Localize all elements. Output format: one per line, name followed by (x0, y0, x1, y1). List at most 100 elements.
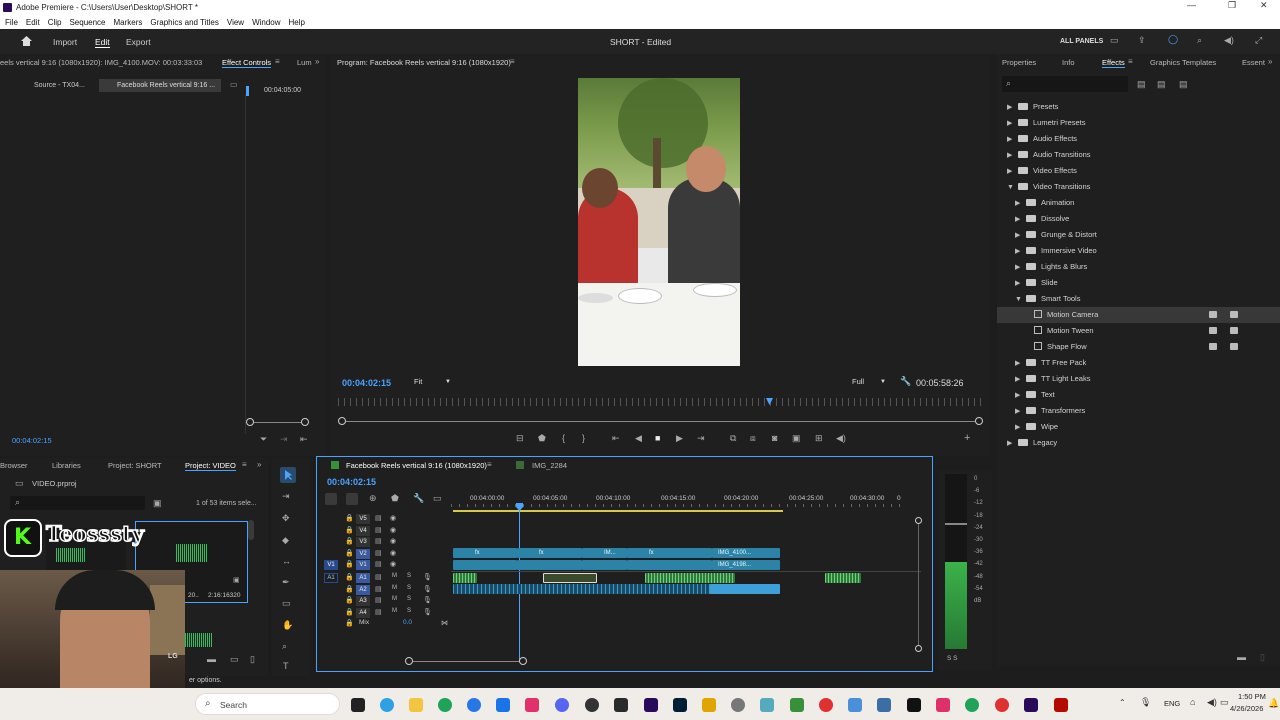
mix-value[interactable]: 0.0 (403, 619, 412, 626)
lock-icon[interactable]: 🔒 (345, 585, 354, 593)
microphone-icon[interactable]: 🎙 (423, 608, 432, 616)
program-ruler[interactable] (338, 398, 983, 406)
tab-project-video[interactable]: Project: VIDEO (185, 461, 236, 471)
marker-icon[interactable]: ⬟ (538, 433, 546, 444)
instagram-icon[interactable] (525, 698, 539, 712)
lock-icon[interactable]: 🔒 (345, 608, 354, 616)
obs-icon[interactable] (614, 698, 628, 712)
home-icon[interactable] (20, 35, 33, 47)
add-marker-icon[interactable]: ⬟ (391, 493, 399, 504)
fullscreen-icon[interactable]: ⤢ (1255, 35, 1262, 46)
microphone-icon[interactable]: 🎙 (1140, 697, 1151, 708)
go-to-in-icon[interactable]: ⇤ (612, 433, 620, 444)
effects-tree-item[interactable]: ▶ Dissolve (997, 211, 1280, 227)
mute-button[interactable]: M (392, 596, 397, 602)
chrome-icon[interactable] (438, 698, 452, 712)
timeline-zoom-handle-left[interactable] (405, 657, 413, 665)
menu-graphics-titles[interactable]: Graphics and Titles (150, 18, 218, 27)
effects-tree-item[interactable]: ▶ Lights & Blurs (997, 259, 1280, 275)
record-icon[interactable] (819, 698, 833, 712)
program-video-frame[interactable] (578, 78, 740, 366)
chevron-right-icon[interactable]: ▶ (1015, 196, 1023, 212)
file-explorer-icon[interactable] (409, 698, 423, 712)
solo-button[interactable]: S (407, 585, 411, 591)
discord-icon[interactable] (555, 698, 569, 712)
project-scrollbar[interactable] (248, 520, 254, 540)
premiere-icon-2[interactable] (1024, 698, 1038, 712)
project-thumbnail-3[interactable] (185, 633, 213, 647)
tab-effects[interactable]: Effects (1102, 58, 1125, 68)
snipping-icon[interactable] (760, 698, 774, 712)
menu-markers[interactable]: Markers (114, 18, 143, 27)
chevron-right-icon[interactable]: ▶ (1015, 244, 1023, 260)
chevron-right-icon[interactable]: ▶ (1007, 148, 1015, 164)
timeline-timecode[interactable]: 00:04:02:15 (327, 477, 376, 487)
program-zoom-bar[interactable] (342, 421, 980, 422)
new-bin-icon[interactable]: ▬ (1237, 652, 1246, 662)
eye-icon[interactable]: ◉ (390, 560, 396, 568)
overwrite-icon[interactable]: ⧈ (750, 433, 756, 444)
menu-clip[interactable]: Clip (48, 18, 62, 27)
more-tabs-icon[interactable]: » (315, 57, 319, 66)
track-label[interactable]: A2 (356, 584, 370, 595)
app-icon-4[interactable] (936, 698, 950, 712)
32bit-effects-icon[interactable]: ▤ (1157, 79, 1166, 90)
filter-icon[interactable]: ⏷ (260, 434, 267, 445)
effects-tree-item[interactable]: ▶ Video Effects (997, 163, 1280, 179)
program-zoom-handle-right[interactable] (975, 417, 983, 425)
speaker-icon[interactable]: ◀) (1207, 697, 1217, 708)
effects-tree-item[interactable]: ▶ Audio Transitions (997, 147, 1280, 163)
linked-selection-icon[interactable]: ⊕ (369, 493, 377, 504)
tray-chevron-icon[interactable]: ⌃ (1119, 698, 1126, 707)
mute-button[interactable]: M (392, 608, 397, 614)
mute-button[interactable]: M (392, 585, 397, 591)
tab-properties[interactable]: Properties (1002, 58, 1036, 67)
lock-icon[interactable]: 🔒 (345, 526, 354, 534)
go-to-out-icon[interactable]: ⇥ (697, 433, 705, 444)
timeline-settings-icon[interactable]: 🔧 (413, 493, 424, 504)
razor-tool-icon[interactable]: ◆ (282, 535, 289, 546)
audio-clip-a2-loud[interactable] (710, 584, 780, 594)
solo-button[interactable]: S (407, 608, 411, 614)
edit-tab[interactable]: Edit (95, 37, 110, 48)
sync-lock-icon[interactable]: ▤ (375, 560, 382, 568)
program-timecode[interactable]: 00:04:02:15 (342, 378, 391, 388)
close-icon[interactable]: ✕ (1260, 0, 1268, 11)
add-button-icon[interactable]: + (964, 432, 970, 444)
captions-icon[interactable]: ▭ (433, 493, 442, 504)
video-clip[interactable]: IMG_4100... (712, 548, 780, 558)
mix-end-icon[interactable]: ⋈ (441, 619, 448, 627)
nest-toggle-icon[interactable] (325, 493, 337, 505)
microphone-icon[interactable]: 🎙 (423, 573, 432, 581)
track-label[interactable]: A3 (356, 596, 370, 606)
maximize-icon[interactable]: ❐ (1228, 0, 1236, 11)
video-clip[interactable] (582, 560, 627, 570)
effects-tree-item[interactable]: Shape Flow (997, 339, 1280, 355)
notification-icon[interactable]: 🔔 (1268, 698, 1279, 709)
search-icon[interactable]: ⌕ (1197, 35, 1202, 46)
video-clip[interactable]: fx (627, 548, 712, 558)
effects-tree-item[interactable]: Motion Camera (997, 307, 1280, 323)
video-clip[interactable] (517, 560, 582, 570)
type-tool-icon[interactable]: T (283, 661, 289, 671)
settings-icon[interactable]: ⇤ (300, 434, 308, 445)
effects-tree-item[interactable]: ▶ Presets (997, 99, 1280, 115)
photoshop-icon[interactable] (673, 698, 687, 712)
track-label[interactable]: V1 (356, 560, 370, 570)
chevron-right-icon[interactable]: ▶ (1007, 100, 1015, 116)
lock-icon[interactable]: 🔒 (345, 514, 354, 522)
tab-info[interactable]: Info (1062, 58, 1075, 67)
vertical-zoom-handle[interactable] (915, 517, 922, 524)
solo-button[interactable]: S (407, 573, 411, 579)
program-zoom-handle-left[interactable] (338, 417, 346, 425)
battery-icon[interactable]: ▭ (1220, 697, 1229, 708)
compare-icon[interactable]: ⊞ (815, 433, 823, 444)
menu-help[interactable]: Help (289, 18, 305, 27)
chevron-right-icon[interactable]: ▶ (1015, 228, 1023, 244)
effects-tree-item[interactable]: ▼ Video Transitions (997, 179, 1280, 195)
task-view-icon[interactable] (351, 698, 365, 712)
chevron-right-icon[interactable]: ▶ (1015, 356, 1023, 372)
menu-edit[interactable]: Edit (26, 18, 40, 27)
accelerated-effects-icon[interactable]: ▤ (1137, 79, 1146, 90)
audio-clip-a1[interactable] (645, 573, 735, 583)
